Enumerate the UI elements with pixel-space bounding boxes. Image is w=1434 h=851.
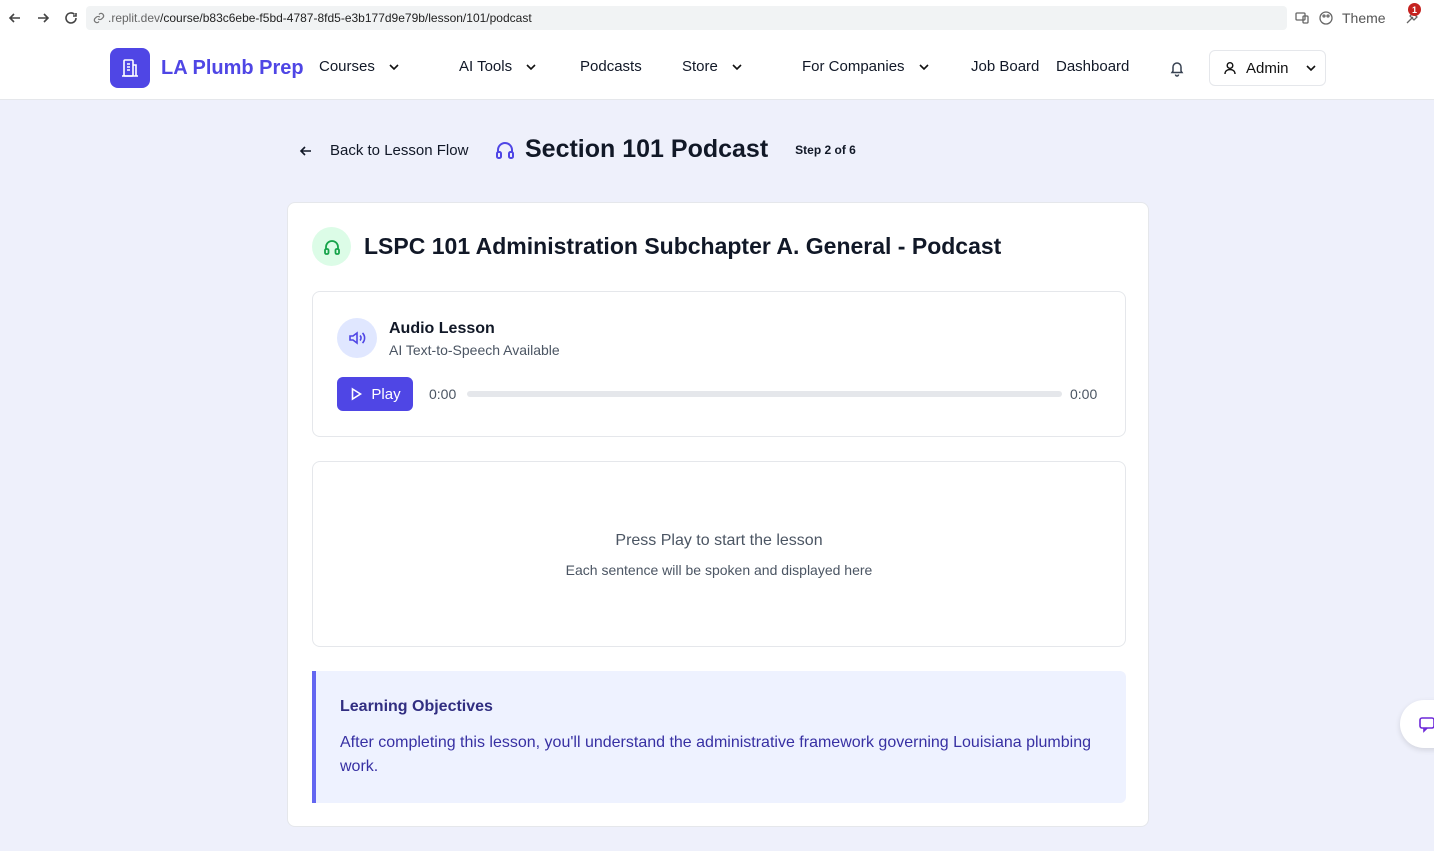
address-bar[interactable]: .replit.dev/course/b83c6ebe-f5bd-4787-8f… [86, 6, 1287, 30]
theme-label[interactable]: Theme [1342, 10, 1386, 26]
chevron-down-icon [730, 60, 744, 74]
logo[interactable]: LA Plumb Prep [110, 48, 304, 88]
audio-progress-bar[interactable] [467, 391, 1062, 397]
chevron-down-icon [524, 60, 538, 74]
duration: 0:00 [1070, 386, 1098, 402]
speaker-icon [337, 318, 377, 358]
forward-arrow-icon[interactable] [29, 4, 57, 32]
nav-podcasts-label: Podcasts [580, 58, 642, 75]
bell-icon[interactable] [1168, 59, 1186, 77]
chevron-down-icon [917, 60, 931, 74]
browser-toolbar: .replit.dev/course/b83c6ebe-f5bd-4787-8f… [0, 0, 1434, 36]
audio-subtitle: AI Text-to-Speech Available [389, 342, 560, 358]
current-time: 0:00 [429, 386, 457, 402]
podcast-card: LSPC 101 Administration Subchapter A. Ge… [287, 202, 1149, 827]
card-header: LSPC 101 Administration Subchapter A. Ge… [312, 227, 1001, 266]
nav-courses[interactable]: Courses [319, 58, 401, 75]
audio-title: Audio Lesson [389, 320, 495, 337]
lesson-title: LSPC 101 Administration Subchapter A. Ge… [364, 233, 1002, 259]
notification-badge: 1 [1408, 3, 1421, 16]
user-menu-button[interactable]: Admin [1209, 50, 1326, 86]
transcript-panel: Press Play to start the lesson Each sent… [312, 461, 1126, 647]
url-path: /course/b83c6ebe-f5bd-4787-8fd5-e3b177d9… [160, 11, 532, 25]
nav-courses-label: Courses [319, 58, 375, 75]
learning-objectives: Learning Objectives After completing thi… [312, 671, 1126, 803]
logo-text: LA Plumb Prep [161, 56, 304, 79]
user-menu-label: Admin [1246, 59, 1289, 77]
page-heading: Section 101 Podcast Step 2 of 6 [494, 135, 865, 164]
user-icon [1222, 60, 1238, 76]
reload-icon[interactable] [57, 4, 85, 32]
palette-icon[interactable] [1318, 10, 1334, 26]
chevron-down-icon [1303, 60, 1319, 76]
nav-store[interactable]: Store [682, 58, 744, 75]
headphones-icon [494, 139, 516, 161]
nav-job-board-label: Job Board [971, 58, 1040, 75]
play-button[interactable]: Play [337, 377, 413, 411]
back-link-label: Back to Lesson Flow [330, 142, 469, 159]
objectives-text: After completing this lesson, you'll und… [340, 734, 1092, 775]
chat-icon [1418, 715, 1434, 733]
step-badge: Step 2 of 6 [786, 138, 865, 161]
devices-icon[interactable] [1294, 10, 1310, 26]
url-host: .replit.dev [108, 11, 161, 25]
nav-ai-tools[interactable]: AI Tools [459, 58, 538, 75]
play-icon [349, 387, 363, 401]
nav-store-label: Store [682, 58, 718, 75]
nav-job-board[interactable]: Job Board [971, 58, 1039, 75]
headphones-icon [312, 227, 351, 266]
nav-for-companies[interactable]: For Companies [802, 58, 931, 75]
chat-widget-button[interactable] [1400, 700, 1434, 748]
link-icon [92, 11, 106, 25]
chevron-down-icon [387, 60, 401, 74]
nav-podcasts[interactable]: Podcasts [580, 58, 642, 75]
browser-extensions: Theme 1 [1294, 3, 1421, 30]
transcript-hint: Each sentence will be spoken and display… [565, 562, 873, 578]
page-title: Section 101 Podcast [525, 135, 769, 163]
audio-player: Audio Lesson AI Text-to-Speech Available… [312, 291, 1126, 437]
nav-ai-tools-label: AI Tools [459, 58, 513, 75]
back-arrow-icon[interactable] [1, 4, 29, 32]
transcript-prompt: Press Play to start the lesson [615, 532, 823, 549]
objectives-title: Learning Objectives [340, 698, 493, 715]
arrow-left-icon [298, 143, 314, 159]
app-header: LA Plumb Prep Courses AI Tools Podcasts … [0, 36, 1434, 100]
nav-for-companies-label: For Companies [802, 58, 905, 75]
play-label: Play [371, 385, 401, 403]
nav-dashboard[interactable]: Dashboard [1056, 58, 1129, 75]
building-icon [110, 48, 150, 88]
back-to-lesson-flow-link[interactable]: Back to Lesson Flow [298, 142, 468, 159]
nav-dashboard-label: Dashboard [1056, 58, 1130, 75]
